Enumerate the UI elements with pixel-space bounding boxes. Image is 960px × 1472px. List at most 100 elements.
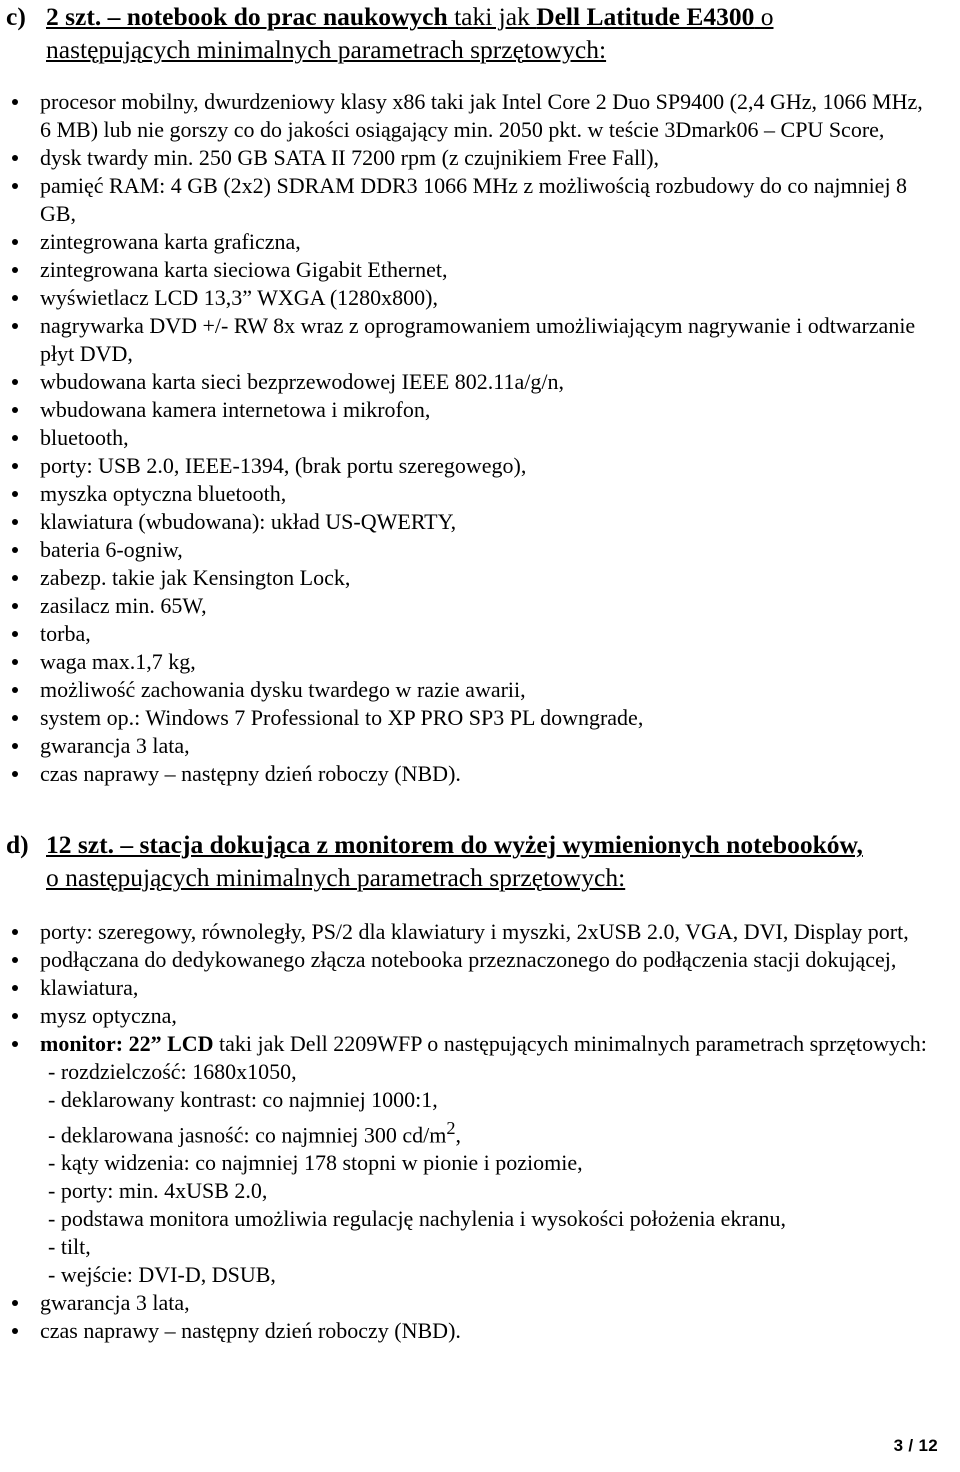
list-item: procesor mobilny, dwurdzeniowy klasy x86… — [0, 88, 960, 144]
monitor-subline: - kąty widzenia: co najmniej 178 stopni … — [48, 1150, 583, 1176]
bullet-icon — [12, 519, 18, 525]
list-item: torba, — [0, 620, 960, 648]
page-number-footer: 3 / 12 — [893, 1436, 938, 1455]
list-item-text: nagrywarka DVD +/- RW 8x wraz z oprogram… — [40, 313, 916, 366]
list-item: czas naprawy – następny dzień roboczy (N… — [0, 1317, 960, 1345]
section-d-heading-line2: o następujących minimalnych parametrach … — [46, 863, 626, 892]
section-c-heading-text: 2 szt. – notebook do prac naukowych taki… — [46, 0, 960, 33]
monitor-subline: - rozdzielczość: 1680x1050, — [48, 1059, 297, 1084]
list-item-text: bluetooth, — [40, 425, 129, 450]
list-item-text: klawiatura (wbudowana): układ US-QWERTY, — [40, 509, 457, 534]
section-c-heading-bold-1: 2 szt. – notebook do prac naukowych — [46, 2, 448, 31]
section-c-marker: c) — [6, 2, 26, 31]
section-c-heading-regular-1: taki jak — [447, 2, 537, 31]
bullet-icon — [12, 547, 18, 553]
bullet-icon — [12, 379, 18, 385]
monitor-subline-brightness: - deklarowana jasność: co najmniej 300 c… — [0, 1114, 960, 1149]
list-item-text: czas naprawy – następny dzień roboczy (N… — [40, 1318, 461, 1344]
spacer-before-d-heading — [0, 788, 960, 828]
monitor-regular-rest: taki jak Dell 2209WFP o następujących mi… — [213, 1031, 927, 1056]
bullet-icon — [12, 575, 18, 581]
spacer-after-d-heading — [0, 894, 960, 918]
bullet-icon — [12, 1013, 18, 1019]
list-item-text: porty: USB 2.0, IEEE-1394, (brak portu s… — [40, 453, 527, 478]
bullet-icon — [12, 743, 18, 749]
list-item-text: gwarancja 3 lata, — [40, 733, 190, 758]
list-item: zintegrowana karta sieciowa Gigabit Ethe… — [0, 256, 960, 284]
section-c-list: procesor mobilny, dwurdzeniowy klasy x86… — [0, 88, 960, 788]
bullet-icon — [12, 1041, 18, 1047]
bullet-icon — [12, 295, 18, 301]
list-item-text: zasilacz min. 65W, — [40, 593, 207, 618]
list-item-text: wbudowana karta sieci bezprzewodowej IEE… — [40, 369, 564, 394]
monitor-subline: - wejście: DVI-D, DSUB, — [48, 1262, 276, 1288]
list-item-text: bateria 6-ogniw, — [40, 537, 183, 562]
list-item: porty: szeregowy, równoległy, PS/2 dla k… — [0, 918, 960, 946]
brightness-text-after: , — [455, 1122, 462, 1148]
bullet-icon — [12, 1300, 18, 1307]
list-item: zintegrowana karta graficzna, — [0, 228, 960, 256]
bullet-icon — [12, 435, 18, 441]
bullet-icon — [12, 771, 18, 777]
list-item-text: system op.: Windows 7 Professional to XP… — [40, 705, 644, 730]
list-item: nagrywarka DVD +/- RW 8x wraz z oprogram… — [0, 312, 960, 368]
list-item: zabezp. takie jak Kensington Lock, — [0, 564, 960, 592]
section-d-marker: d) — [6, 830, 29, 859]
list-item: system op.: Windows 7 Professional to XP… — [0, 704, 960, 732]
section-d-heading-text: 12 szt. – stacja dokująca z monitorem do… — [46, 828, 960, 861]
bullet-icon — [12, 957, 18, 963]
monitor-bold-prefix: monitor: 22” LCD — [40, 1031, 214, 1056]
bullet-icon — [12, 491, 18, 497]
bullet-icon — [12, 99, 18, 105]
list-item: klawiatura, — [0, 974, 960, 1002]
bullet-icon — [12, 183, 18, 189]
bullet-icon — [12, 985, 18, 991]
list-item: wbudowana kamera internetowa i mikrofon, — [0, 396, 960, 424]
list-item-monitor: monitor: 22” LCD taki jak Dell 2209WFP o… — [0, 1030, 960, 1058]
list-item-text: klawiatura, — [40, 975, 139, 1000]
list-item: wyświetlacz LCD 13,3” WXGA (1280x800), — [0, 284, 960, 312]
list-item: gwarancja 3 lata, — [0, 732, 960, 760]
list-item-text: zabezp. takie jak Kensington Lock, — [40, 565, 351, 590]
list-item-text: porty: szeregowy, równoległy, PS/2 dla k… — [40, 919, 909, 944]
list-item: wbudowana karta sieci bezprzewodowej IEE… — [0, 368, 960, 396]
section-c-heading-line2-wrap: następujących minimalnych parametrach sp… — [0, 33, 960, 66]
bullet-icon — [12, 631, 18, 637]
list-item-text: dysk twardy min. 250 GB SATA II 7200 rpm… — [40, 145, 660, 170]
section-c-heading-bold-2: Dell Latitude E4300 — [536, 2, 755, 31]
list-item: podłączana do dedykowanego złącza notebo… — [0, 946, 960, 974]
section-c-heading-line2: następujących minimalnych parametrach sp… — [46, 35, 607, 64]
monitor-subline: - podstawa monitora umożliwia regulację … — [48, 1206, 786, 1232]
list-item: bluetooth, — [0, 424, 960, 452]
bullet-icon — [12, 659, 18, 665]
list-item-text: wyświetlacz LCD 13,3” WXGA (1280x800), — [40, 285, 438, 310]
bullet-icon — [12, 323, 18, 329]
bullet-icon — [12, 715, 18, 721]
monitor-subline: - deklarowany kontrast: co najmniej 1000… — [48, 1087, 438, 1112]
list-item: myszka optyczna bluetooth, — [0, 480, 960, 508]
brightness-superscript: 2 — [446, 1118, 456, 1138]
list-item: waga max.1,7 kg, — [0, 648, 960, 676]
list-item: zasilacz min. 65W, — [0, 592, 960, 620]
bullet-icon — [12, 1328, 18, 1335]
list-item: gwarancja 3 lata, — [0, 1289, 960, 1317]
section-d-heading: d) 12 szt. – stacja dokująca z monitorem… — [0, 828, 960, 861]
bullet-icon — [12, 155, 18, 161]
list-item-text: waga max.1,7 kg, — [40, 649, 196, 674]
list-item-text: wbudowana kamera internetowa i mikrofon, — [40, 397, 431, 422]
bullet-icon — [12, 407, 18, 413]
list-item: mysz optyczna, — [0, 1002, 960, 1030]
bullet-icon — [12, 687, 18, 693]
list-item: czas naprawy – następny dzień roboczy (N… — [0, 760, 960, 788]
list-item-text: mysz optyczna, — [40, 1003, 177, 1028]
list-item-text: podłączana do dedykowanego złącza notebo… — [40, 947, 897, 972]
list-item: pamięć RAM: 4 GB (2x2) SDRAM DDR3 1066 M… — [0, 172, 960, 228]
section-d-list: porty: szeregowy, równoległy, PS/2 dla k… — [0, 918, 960, 1345]
section-c-heading-regular-2: o — [754, 2, 774, 31]
list-item: dysk twardy min. 250 GB SATA II 7200 rpm… — [0, 144, 960, 172]
list-item-text: możliwość zachowania dysku twardego w ra… — [40, 677, 526, 702]
list-item-text: zintegrowana karta graficzna, — [40, 229, 301, 254]
section-d-heading-bold: 12 szt. – stacja dokująca z monitorem do… — [46, 830, 863, 859]
section-d-heading-line2-wrap: o następujących minimalnych parametrach … — [0, 861, 960, 894]
spacer-after-c-heading — [0, 66, 960, 88]
